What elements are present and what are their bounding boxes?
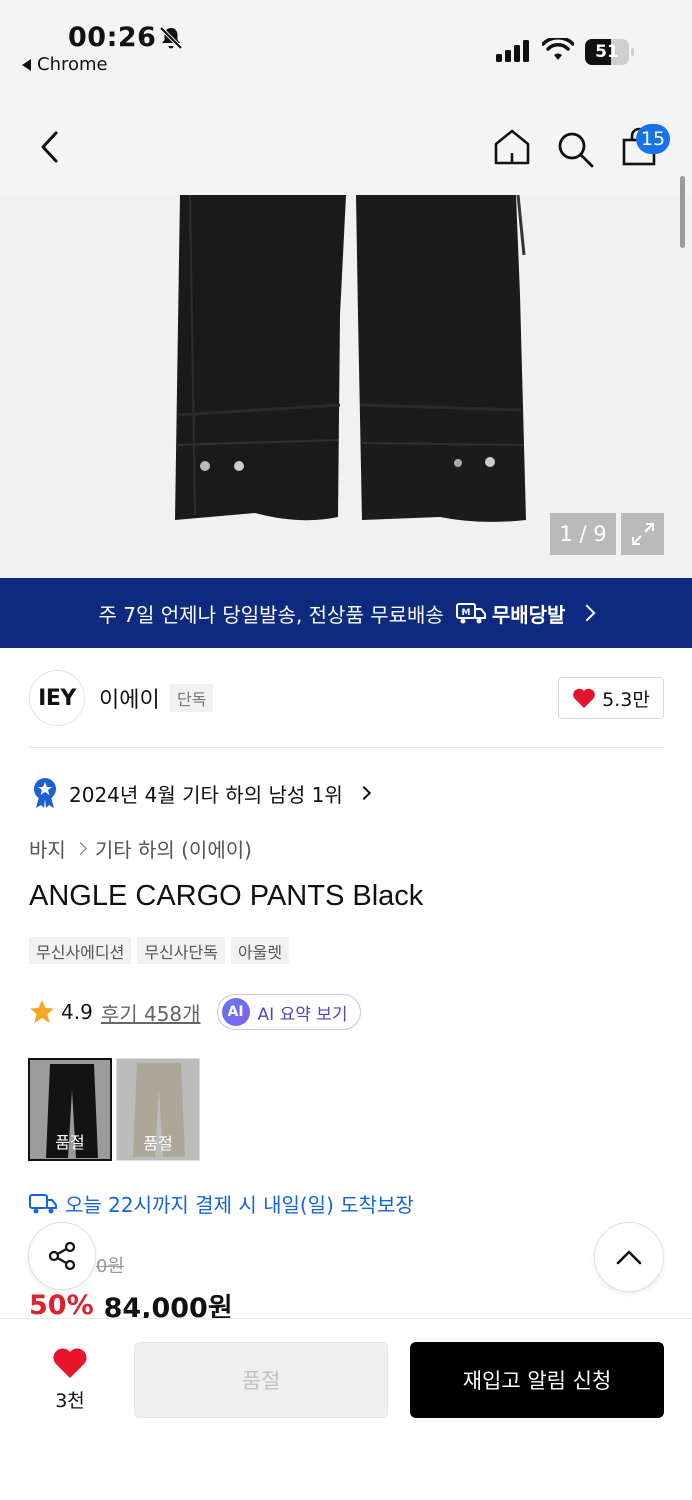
rating-value: 4.9 bbox=[61, 1000, 93, 1024]
color-swatch-beige[interactable]: 품절 bbox=[116, 1058, 200, 1161]
delivery-guarantee: 오늘 22시까지 결제 시 내일(일) 도착보장 bbox=[29, 1189, 414, 1218]
share-icon bbox=[48, 1241, 76, 1271]
original-price: 0원 bbox=[96, 1256, 125, 1277]
delivery-truck-icon bbox=[29, 1193, 57, 1213]
breadcrumb-category[interactable]: 바지 bbox=[29, 834, 66, 863]
expand-icon[interactable] bbox=[621, 513, 664, 555]
product-tag: 아울렛 bbox=[230, 937, 290, 964]
ai-summary-button[interactable]: AI AI 요약 보기 bbox=[216, 994, 361, 1030]
search-icon[interactable] bbox=[555, 129, 595, 169]
ai-badge-icon: AI bbox=[221, 998, 250, 1026]
ranking-text: 2024년 4월 기타 하의 남성 1위 bbox=[69, 782, 343, 807]
share-button[interactable] bbox=[28, 1222, 96, 1290]
color-swatch-black[interactable]: 품절 bbox=[28, 1058, 112, 1161]
chevron-right-icon bbox=[73, 842, 87, 855]
scrollbar[interactable] bbox=[680, 176, 685, 248]
exclusive-tag: 단독 bbox=[170, 684, 214, 712]
image-pager: 1 / 9 bbox=[550, 513, 616, 555]
home-icon[interactable] bbox=[492, 127, 532, 167]
product-tag: 무신사에디션 bbox=[29, 937, 132, 964]
battery-indicator: 51 bbox=[585, 39, 635, 65]
battery-level: 51 bbox=[595, 42, 619, 62]
divider bbox=[29, 747, 664, 748]
status-time: 00:26 bbox=[68, 22, 157, 53]
restock-alert-button[interactable]: 재입고 알림 신청 bbox=[410, 1342, 664, 1418]
ai-summary-label: AI 요약 보기 bbox=[257, 1004, 348, 1025]
back-to-app[interactable]: Chrome bbox=[22, 54, 108, 75]
wifi-icon bbox=[542, 38, 574, 60]
rating-row: 4.9 후기 458개 AI AI 요약 보기 bbox=[29, 994, 361, 1030]
cart-count-badge: 15 bbox=[636, 124, 670, 154]
breadcrumb-subcategory[interactable]: 기타 하의 (이에이) bbox=[95, 834, 252, 863]
back-arrow-icon bbox=[22, 58, 31, 71]
swatch-soldout-label: 품절 bbox=[55, 1133, 85, 1152]
signal-icon bbox=[496, 40, 529, 62]
product-like-count: 3천 bbox=[55, 1390, 85, 1412]
ranking-medal-icon bbox=[34, 778, 56, 808]
discount-rate: 50% bbox=[29, 1290, 94, 1321]
breadcrumb: 바지 기타 하의 (이에이) bbox=[29, 834, 252, 863]
delivery-truck-icon: M bbox=[455, 603, 486, 624]
brand-name[interactable]: 이에이 bbox=[99, 682, 160, 714]
review-link[interactable]: 후기 458개 bbox=[101, 998, 201, 1027]
swatch-soldout-label: 품절 bbox=[143, 1134, 173, 1153]
free-shipping-banner[interactable]: 주 7일 언제나 당일발송, 전상품 무료배송 M 무배당발 bbox=[0, 578, 692, 648]
scroll-to-top-button[interactable] bbox=[594, 1222, 664, 1292]
brand-logo[interactable]: IEY bbox=[29, 670, 85, 726]
expand-arrows-icon bbox=[631, 523, 654, 545]
soldout-button: 품절 bbox=[134, 1342, 388, 1418]
status-bar: 00:26 Chrome 51 bbox=[0, 0, 692, 95]
top-navigation bbox=[0, 95, 692, 195]
chevron-right-icon bbox=[578, 604, 596, 622]
banner-text: 주 7일 언제나 당일발송, 전상품 무료배송 bbox=[98, 602, 444, 627]
chevron-right-icon bbox=[356, 785, 371, 801]
svg-text:M: M bbox=[461, 608, 470, 618]
brand-like-button[interactable]: 5.3만 bbox=[558, 677, 664, 719]
product-tags: 무신사에디션 무신사단독 아울렛 bbox=[29, 937, 290, 964]
chevron-left-icon[interactable] bbox=[36, 129, 64, 165]
heart-icon bbox=[573, 688, 595, 708]
back-app-label: Chrome bbox=[37, 54, 108, 75]
ranking-link[interactable]: 2024년 4월 기타 하의 남성 1위 bbox=[31, 777, 371, 809]
delivery-text: 오늘 22시까지 결제 시 내일(일) 도착보장 bbox=[65, 1193, 414, 1217]
heart-icon[interactable] bbox=[52, 1346, 88, 1380]
banner-brand-label: 무배당발 bbox=[491, 602, 566, 627]
chevron-up-icon bbox=[616, 1250, 642, 1265]
banner-brand: M 무배당발 bbox=[455, 599, 566, 628]
bell-muted-icon bbox=[159, 26, 183, 50]
star-icon bbox=[30, 1000, 54, 1023]
brand-like-count: 5.3만 bbox=[602, 688, 650, 711]
product-tag: 무신사단독 bbox=[137, 937, 225, 964]
product-title: ANGLE CARGO PANTS Black bbox=[29, 880, 424, 912]
